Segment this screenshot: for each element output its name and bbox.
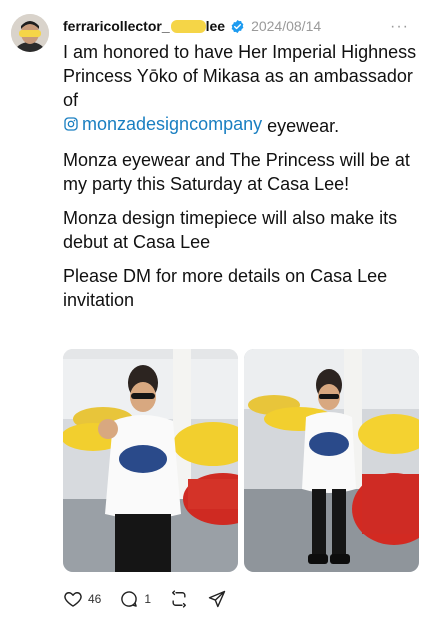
instagram-icon <box>64 117 78 131</box>
username[interactable]: ferraricollector_ lee <box>63 18 225 34</box>
reply-count: 1 <box>144 592 152 606</box>
photo-1-image <box>63 349 238 572</box>
photo-gallery <box>63 349 419 572</box>
mention-text: monzadesigncompany <box>82 114 263 134</box>
post-actions: 46 1 <box>63 588 245 610</box>
paragraph-3: Monza design timepiece will also make it… <box>63 208 398 252</box>
share-icon <box>208 590 226 608</box>
reply-icon <box>121 591 138 607</box>
post-body: I am honored to have Her Imperial Highne… <box>63 40 423 322</box>
username-text-end: lee <box>205 18 226 34</box>
reply-button[interactable]: 1 <box>119 589 151 609</box>
paragraph-1-tail: eyewear. <box>262 116 340 136</box>
heart-icon <box>64 592 82 607</box>
avatar[interactable] <box>11 14 49 52</box>
mention-link[interactable]: monzadesigncompany <box>63 112 262 136</box>
paragraph-4: Please DM for more details on Casa Lee i… <box>63 266 388 310</box>
paragraph-1: I am honored to have Her Imperial Highne… <box>63 40 423 138</box>
post: ferraricollector_ lee 2024/08/14 ··· I am… <box>0 0 431 633</box>
post-header: ferraricollector_ lee 2024/08/14 ··· <box>63 16 423 36</box>
like-button[interactable]: 46 <box>63 589 101 609</box>
username-text: ferraricollector_ <box>63 18 170 34</box>
photo-1[interactable] <box>63 349 238 572</box>
paragraph-1-text: I am honored to have Her Imperial Highne… <box>63 42 417 110</box>
share-button[interactable] <box>207 589 227 609</box>
more-options-icon[interactable]: ··· <box>390 18 409 36</box>
like-count: 46 <box>88 592 102 606</box>
redaction-mark <box>170 19 206 33</box>
avatar-image <box>11 14 49 52</box>
photo-2-image <box>244 349 419 572</box>
paragraph-2: Monza eyewear and The Princess will be a… <box>63 150 410 194</box>
post-date: 2024/08/14 <box>251 18 322 34</box>
verified-icon <box>231 19 244 33</box>
photo-2[interactable] <box>244 349 419 572</box>
repost-icon <box>172 590 187 608</box>
repost-button[interactable] <box>169 589 189 609</box>
